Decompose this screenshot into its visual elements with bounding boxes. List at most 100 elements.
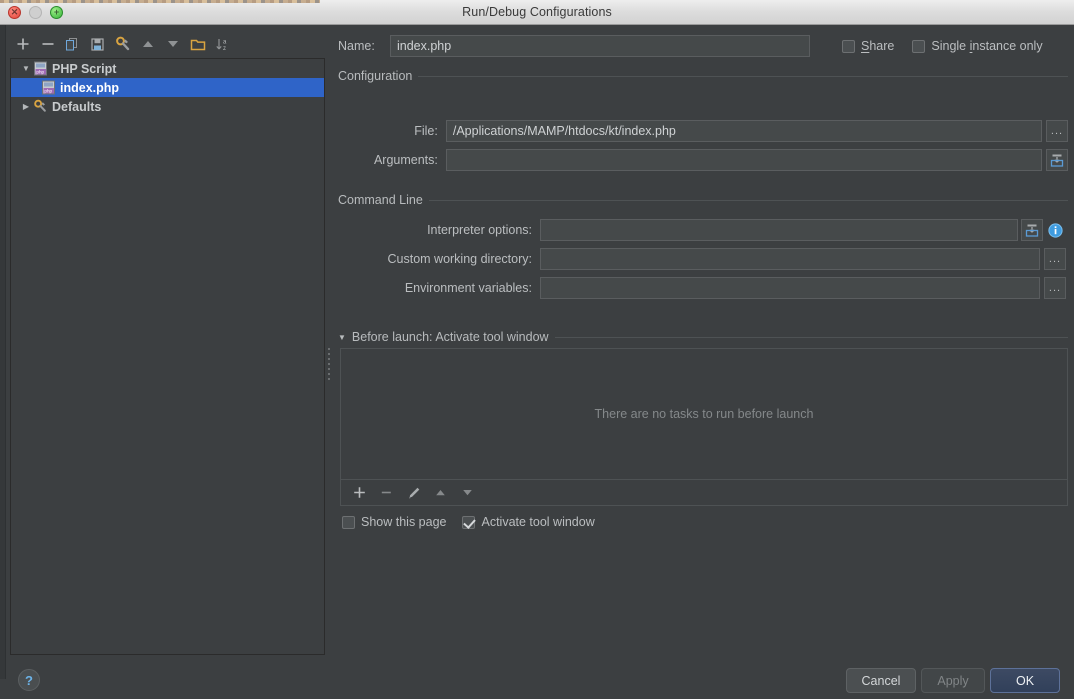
php-file-icon: php (34, 61, 47, 76)
window-titlebar: ✕ + Run/Debug Configurations (0, 0, 1074, 25)
before-launch-toolbar (340, 480, 1068, 506)
screen-artifact (0, 0, 320, 3)
edit-defaults-button[interactable] (110, 32, 135, 57)
before-launch-header[interactable]: ▼ Before launch: Activate tool window (338, 330, 1068, 344)
group-divider (418, 75, 1068, 77)
svg-text:php: php (36, 69, 44, 74)
move-down-button[interactable] (160, 32, 185, 57)
close-button[interactable]: ✕ (8, 5, 21, 19)
file-label: File: (414, 124, 438, 138)
show-this-page-label: Show this page (361, 515, 447, 529)
plus-icon (17, 38, 28, 50)
configurations-tree[interactable]: ▼ php PHP Script php index.php ▶ Default… (10, 58, 325, 655)
file-browse-button[interactable]: ... (1046, 120, 1068, 142)
remove-configuration-button[interactable] (35, 32, 60, 57)
arguments-label: Arguments: (373, 153, 438, 167)
interpreter-options-expand-button[interactable] (1021, 219, 1043, 241)
folder-icon (190, 39, 205, 50)
svg-text:a: a (223, 39, 227, 45)
arrow-down-icon (463, 490, 472, 496)
create-folder-button[interactable] (185, 32, 210, 57)
tree-item-php-script[interactable]: ▼ php PHP Script (11, 59, 324, 78)
svg-text:php: php (44, 88, 52, 93)
sort-button[interactable]: a z (210, 32, 235, 57)
traffic-lights: ✕ + (8, 5, 63, 19)
copy-icon (66, 37, 77, 50)
interpreter-options-info-icon[interactable] (1048, 222, 1063, 238)
configuration-group-label: Configuration (338, 69, 413, 83)
help-button[interactable]: ? (18, 669, 40, 691)
expand-editor-icon (1050, 154, 1064, 167)
tree-item-label: Defaults (52, 99, 102, 114)
minus-icon (42, 43, 53, 45)
add-task-button[interactable] (347, 482, 372, 504)
share-checkbox[interactable] (842, 39, 855, 53)
custom-working-directory-input[interactable] (540, 248, 1040, 270)
dialog-body: a z ▼ php PHP Script php index.php ▶ Def… (0, 25, 1074, 693)
environment-variables-input[interactable] (540, 277, 1040, 299)
add-configuration-button[interactable] (10, 32, 35, 57)
plus-icon (354, 487, 365, 498)
arguments-expand-button[interactable] (1046, 149, 1068, 171)
name-row: Name: index.php Share Single instance on… (338, 35, 1068, 57)
edit-task-button[interactable] (401, 482, 426, 504)
window-left-edge (0, 25, 6, 679)
tree-item-defaults[interactable]: ▶ Defaults (11, 97, 324, 116)
svg-text:z: z (223, 46, 226, 52)
task-move-up-button[interactable] (428, 482, 453, 504)
name-input[interactable]: index.php (390, 35, 810, 57)
custom-working-directory-browse-button[interactable]: ... (1044, 248, 1066, 270)
file-input[interactable]: /Applications/MAMP/htdocs/kt/index.php (445, 120, 1042, 142)
arguments-input[interactable] (445, 149, 1042, 171)
tree-item-index-php[interactable]: php index.php (11, 78, 324, 97)
configurations-toolbar: a z (10, 31, 320, 57)
tree-item-label: PHP Script (52, 61, 117, 76)
share-label: Share (861, 39, 895, 53)
minimize-button[interactable] (29, 5, 42, 19)
interpreter-options-row: Interpreter options: (338, 219, 1068, 241)
show-this-page-checkbox[interactable] (342, 515, 355, 529)
before-launch-label: Before launch: Activate tool window (351, 330, 549, 344)
interpreter-options-label: Interpreter options: (427, 223, 532, 237)
file-row: File: /Applications/MAMP/htdocs/kt/index… (338, 120, 1068, 142)
environment-variables-row: Environment variables: ... (338, 277, 1068, 299)
wrench-icon (34, 99, 46, 112)
activate-tool-window-checkbox[interactable] (462, 515, 476, 529)
sort-alpha-icon: a z (215, 38, 227, 52)
arrow-up-icon (142, 41, 153, 47)
custom-working-directory-label: Custom working directory: (387, 252, 533, 266)
command-line-group-label: Command Line (338, 193, 423, 207)
single-instance-checkbox-row[interactable]: Single instance only (912, 39, 1043, 53)
activate-tool-window-row[interactable]: Activate tool window (462, 515, 595, 529)
configuration-group-header: Configuration (338, 69, 1068, 83)
save-configuration-button[interactable] (85, 32, 110, 57)
move-up-button[interactable] (135, 32, 160, 57)
triangle-down-icon[interactable]: ▼ (338, 333, 346, 342)
wrench-icon (115, 36, 129, 51)
interpreter-options-input[interactable] (540, 219, 1018, 241)
triangle-down-icon[interactable]: ▼ (19, 64, 33, 73)
triangle-right-icon[interactable]: ▶ (19, 102, 33, 111)
configuration-form: Name: index.php Share Single instance on… (332, 25, 1074, 679)
name-label: Name: (338, 39, 375, 53)
remove-task-button[interactable] (374, 482, 399, 504)
zoom-button[interactable]: + (50, 5, 63, 19)
single-instance-checkbox[interactable] (912, 39, 926, 53)
single-instance-label: Single instance only (931, 39, 1043, 53)
arrow-down-icon (167, 41, 178, 47)
ok-button[interactable]: OK (990, 668, 1060, 693)
show-this-page-row[interactable]: Show this page (342, 515, 446, 529)
task-move-down-button[interactable] (455, 482, 480, 504)
cancel-button[interactable]: Cancel (846, 668, 916, 693)
copy-configuration-button[interactable] (60, 32, 85, 57)
share-checkbox-row[interactable]: Share (842, 39, 894, 53)
environment-variables-browse-button[interactable]: ... (1044, 277, 1066, 299)
command-line-group-header: Command Line (338, 193, 1068, 207)
tree-item-label: index.php (60, 80, 120, 95)
before-launch-task-list[interactable]: There are no tasks to run before launch (340, 348, 1068, 480)
custom-working-directory-row: Custom working directory: ... (338, 248, 1068, 270)
before-launch-options: Show this page Activate tool window (342, 515, 595, 529)
apply-button[interactable]: Apply (921, 668, 985, 693)
dialog-footer: Cancel Apply OK (0, 655, 1074, 699)
arguments-row: Arguments: (338, 149, 1068, 171)
